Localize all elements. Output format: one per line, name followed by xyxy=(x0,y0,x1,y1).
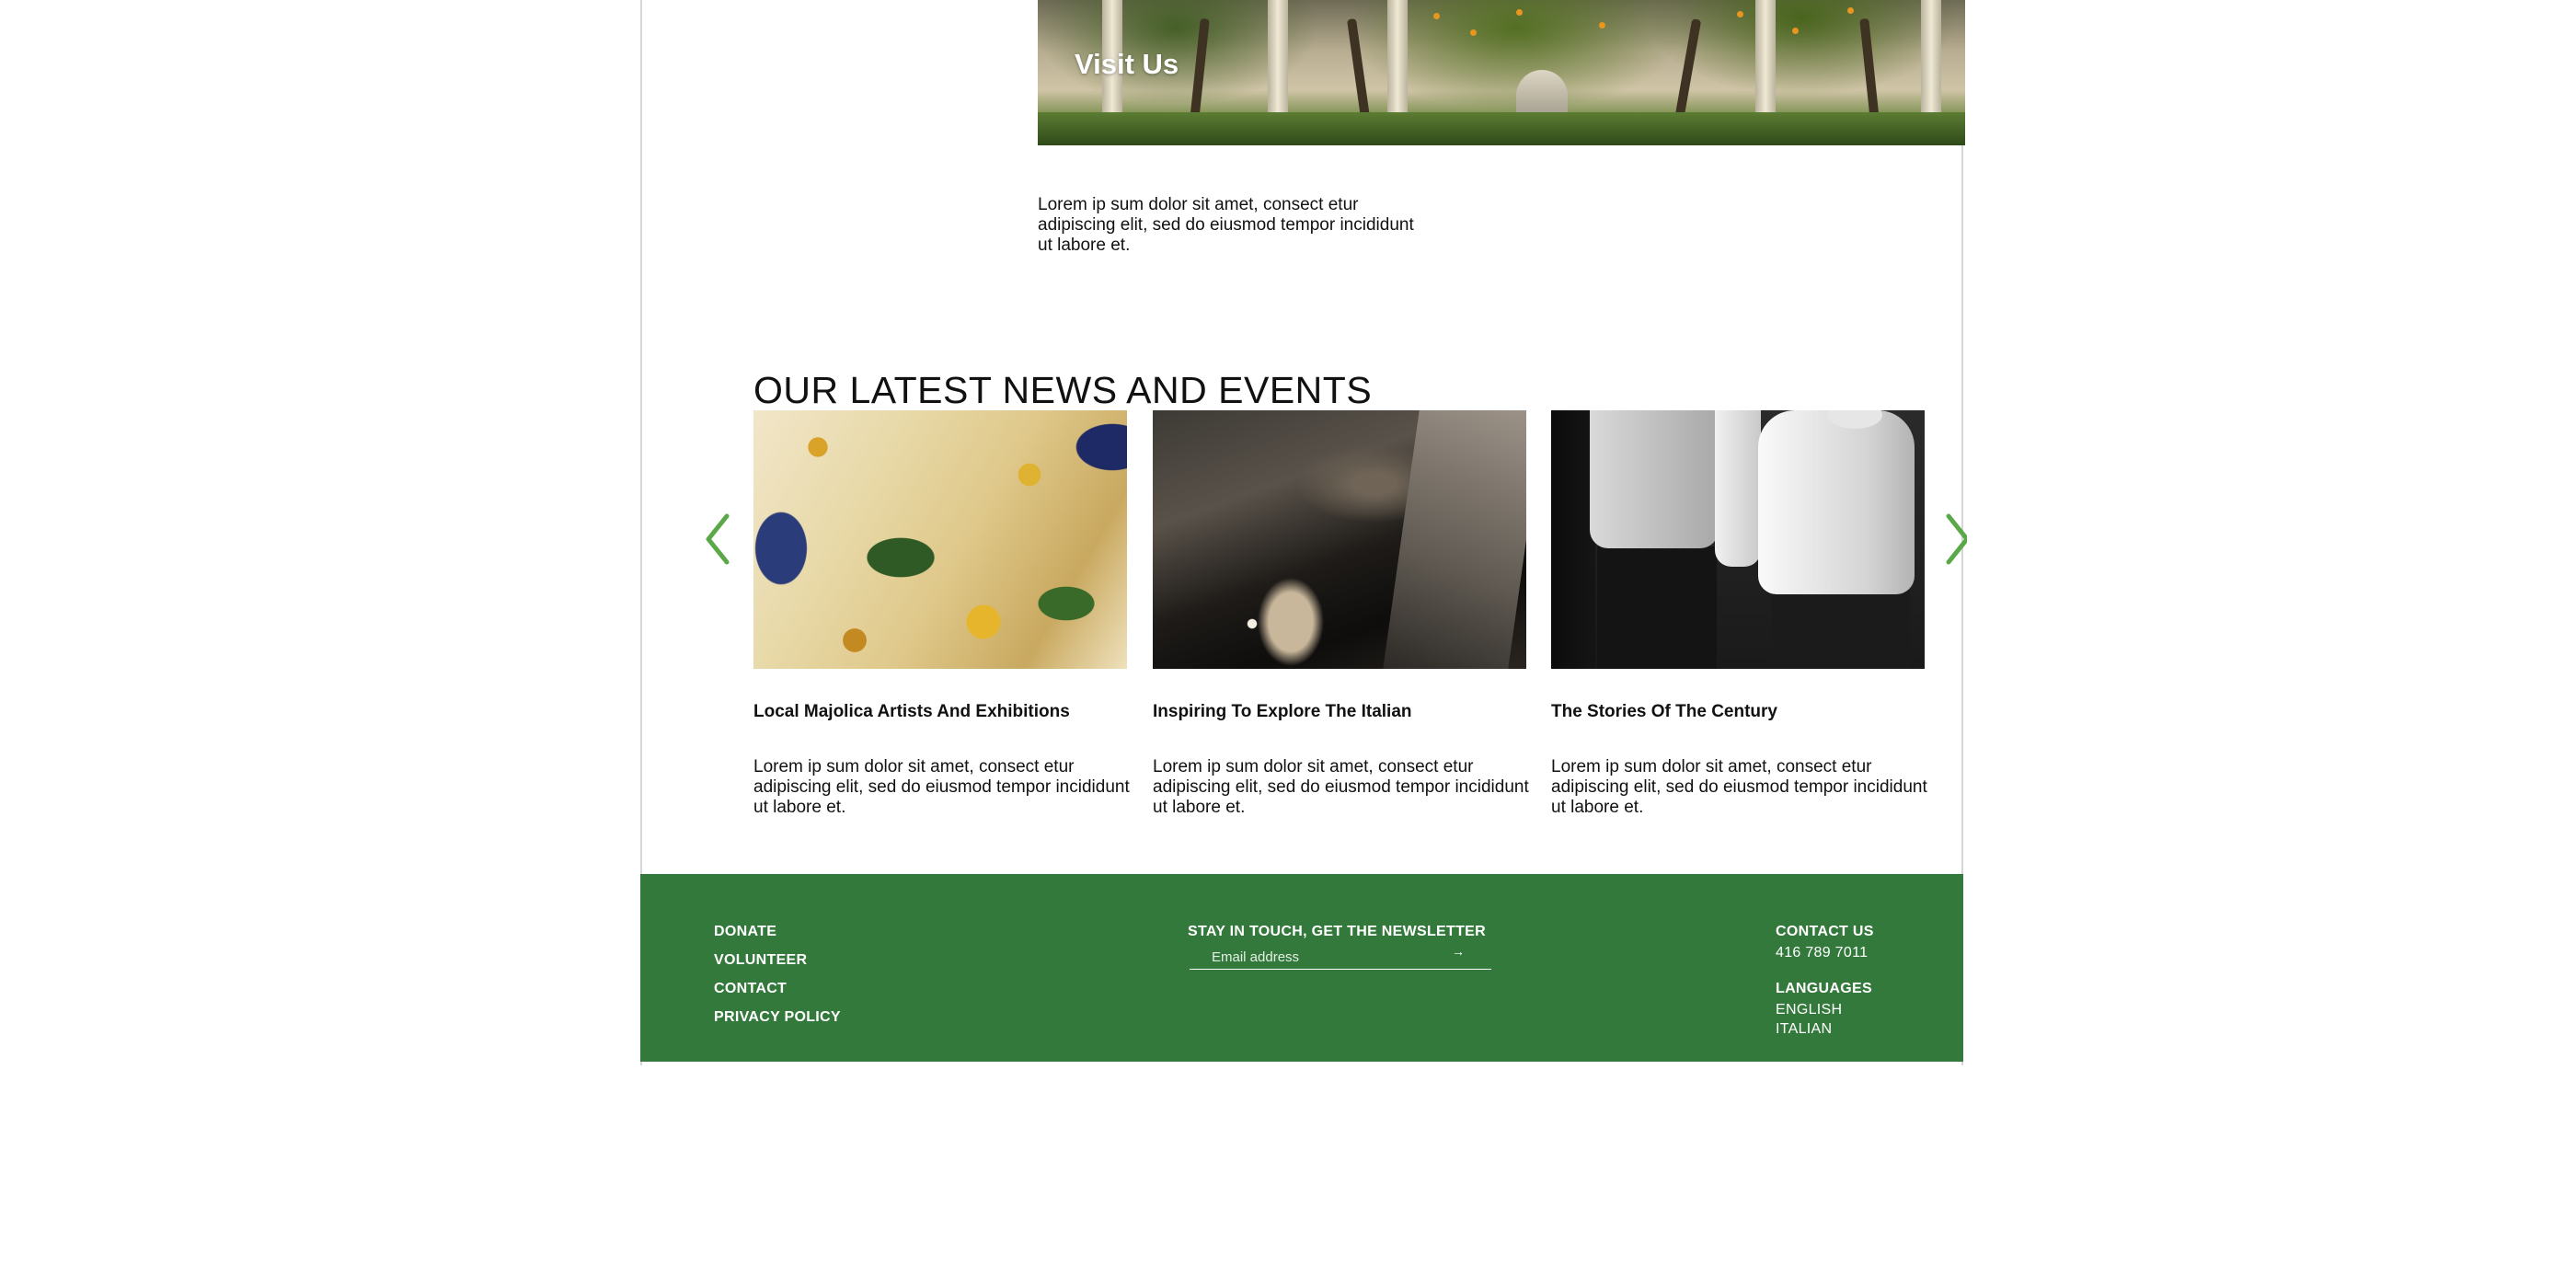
news-card-text: Lorem ip sum dolor sit amet, consect etu… xyxy=(753,757,1130,817)
contact-heading: CONTACT US xyxy=(1776,924,1874,939)
hero-column xyxy=(1921,0,1941,120)
language-option-english[interactable]: ENGLISH xyxy=(1776,1002,1842,1018)
hero-column xyxy=(1755,0,1776,120)
news-card-image[interactable] xyxy=(753,410,1127,669)
figure-shape xyxy=(1597,546,1717,669)
news-card-heading[interactable]: Local Majolica Artists And Exhibitions xyxy=(753,702,1070,722)
language-option-italian[interactable]: ITALIAN xyxy=(1776,1021,1832,1038)
carousel-next-button[interactable] xyxy=(1939,512,1967,567)
newsletter-email-input[interactable] xyxy=(1190,946,1491,970)
chevron-left-icon xyxy=(706,513,730,565)
news-card-image[interactable] xyxy=(1153,410,1526,669)
footer-link-donate[interactable]: DONATE xyxy=(714,924,776,940)
contact-phone[interactable]: 416 789 7011 xyxy=(1776,945,1868,961)
footer-link-volunteer[interactable]: VOLUNTEER xyxy=(714,952,807,969)
figure-shape xyxy=(1758,410,1915,594)
news-card-text: Lorem ip sum dolor sit amet, consect etu… xyxy=(1153,757,1529,817)
news-card[interactable]: Inspiring To Explore The Italian Lorem i… xyxy=(1153,410,1529,817)
news-section-title: OUR LATEST NEWS AND EVENTS xyxy=(753,369,1373,411)
figure-shape xyxy=(1772,591,1910,669)
hero-orange xyxy=(1433,13,1440,19)
news-card-image[interactable] xyxy=(1551,410,1925,669)
footer-link-privacy-policy[interactable]: PRIVACY POLICY xyxy=(714,1009,841,1026)
arrow-right-icon[interactable]: → xyxy=(1452,944,1465,959)
photo-frame-edge xyxy=(1383,410,1526,669)
chevron-right-icon xyxy=(1946,513,1967,565)
hero-column xyxy=(1387,0,1408,120)
hero-orange xyxy=(1737,11,1743,17)
news-card-text: Lorem ip sum dolor sit amet, consect etu… xyxy=(1551,757,1927,817)
visit-title: Visit Us xyxy=(1075,48,1179,80)
news-card-heading[interactable]: The Stories Of The Century xyxy=(1551,702,1777,722)
languages-heading: LANGUAGES xyxy=(1776,981,1872,996)
hero-hedge xyxy=(1038,112,1965,145)
news-card-heading[interactable]: Inspiring To Explore The Italian xyxy=(1153,702,1412,722)
news-card[interactable]: Local Majolica Artists And Exhibitions L… xyxy=(753,410,1130,817)
visit-description: Lorem ip sum dolor sit amet, consect etu… xyxy=(1038,195,1414,255)
hero-orange xyxy=(1516,9,1523,16)
hero-orange xyxy=(1470,29,1477,36)
site-footer: DONATE VOLUNTEER CONTACT PRIVACY POLICY … xyxy=(640,874,1963,1062)
hero-column xyxy=(1268,0,1288,120)
figure-shape xyxy=(1590,410,1719,548)
news-card[interactable]: The Stories Of The Century Lorem ip sum … xyxy=(1551,410,1927,817)
newsletter-title: STAY IN TOUCH, GET THE NEWSLETTER xyxy=(1188,924,1487,939)
visit-hero-image: Visit Us xyxy=(1038,0,1965,145)
footer-link-contact[interactable]: CONTACT xyxy=(714,981,787,997)
hero-orange xyxy=(1847,7,1854,14)
carousel-prev-button[interactable] xyxy=(699,512,736,567)
hero-orange xyxy=(1599,22,1605,29)
hero-orange xyxy=(1792,28,1799,34)
figure-shape xyxy=(1715,410,1761,567)
